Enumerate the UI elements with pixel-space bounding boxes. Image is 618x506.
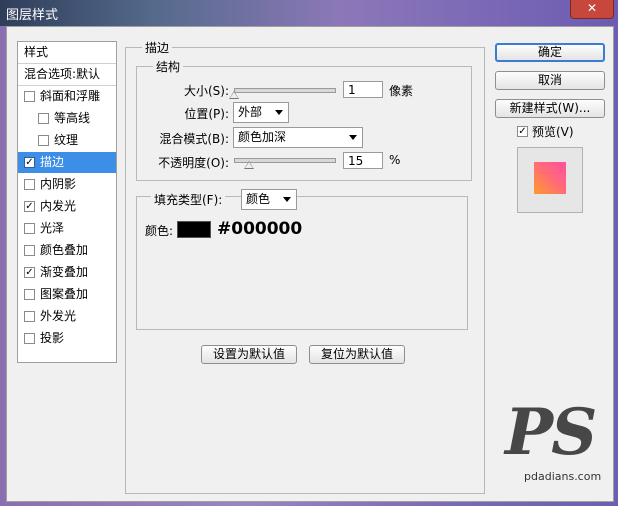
style-item-label: 渐变叠加: [40, 265, 89, 279]
opacity-slider-thumb[interactable]: [244, 161, 254, 169]
chevron-down-icon: [283, 197, 291, 202]
size-slider[interactable]: [234, 88, 336, 93]
size-unit: 像素: [389, 84, 414, 98]
style-item-checkbox[interactable]: ✓: [24, 201, 35, 212]
preview-label: 预览(V): [532, 125, 574, 139]
opacity-label: 不透明度(O):: [158, 156, 229, 170]
close-icon: ✕: [586, 1, 598, 15]
style-item-label: 光泽: [40, 221, 65, 235]
new-style-button[interactable]: 新建样式(W)...: [495, 99, 605, 118]
chevron-down-icon: [349, 135, 357, 140]
style-item[interactable]: 斜面和浮雕: [18, 86, 116, 107]
position-select[interactable]: 外部: [233, 102, 289, 123]
style-item-label: 描边: [40, 155, 65, 169]
stroke-group: 描边 结构 大小(S): 1 像素 位置(P): 外部 混合模式(B): 颜色加…: [125, 39, 485, 494]
opacity-unit: %: [389, 153, 401, 167]
style-list-header[interactable]: 样式: [18, 42, 116, 64]
style-item-checkbox[interactable]: [24, 333, 35, 344]
preview-checkbox[interactable]: ✓: [517, 126, 528, 137]
style-item[interactable]: ✓ 内发光: [18, 196, 116, 217]
preview-swatch: [534, 162, 566, 194]
style-item-checkbox[interactable]: [24, 289, 35, 300]
check-icon: ✓: [25, 157, 34, 168]
check-icon: ✓: [518, 126, 527, 137]
structure-group-title: 结构: [153, 58, 184, 75]
chevron-down-icon: [275, 110, 283, 115]
check-icon: ✓: [25, 201, 34, 212]
style-item-checkbox[interactable]: [24, 311, 35, 322]
title-bar: 图层样式 ✕: [0, 0, 618, 26]
structure-group: 结构 大小(S): 1 像素 位置(P): 外部 混合模式(B): 颜色加深 不…: [136, 58, 472, 181]
style-item-label: 颜色叠加: [40, 243, 89, 257]
style-item-label: 等高线: [54, 111, 91, 125]
watermark-logo: PS: [505, 395, 597, 470]
color-label: 颜色:: [145, 224, 174, 238]
style-item-checkbox[interactable]: ✓: [24, 267, 35, 278]
window-title: 图层样式: [6, 8, 59, 23]
style-item-label: 内阴影: [40, 177, 77, 191]
fill-type-select[interactable]: 颜色: [241, 189, 297, 210]
style-list-header-label: 样式: [24, 45, 49, 59]
style-item[interactable]: 投影: [18, 328, 116, 349]
style-item[interactable]: ✓ 渐变叠加: [18, 262, 116, 283]
blending-options-item[interactable]: 混合选项:默认: [18, 64, 116, 86]
style-item-checkbox[interactable]: [24, 179, 35, 190]
opacity-input[interactable]: 15: [343, 152, 383, 169]
position-label: 位置(P):: [184, 107, 229, 121]
reset-default-button[interactable]: 复位为默认值: [309, 345, 405, 364]
style-item-checkbox[interactable]: [24, 91, 35, 102]
style-item-label: 纹理: [54, 133, 79, 147]
ok-button[interactable]: 确定: [495, 43, 605, 62]
style-item-label: 投影: [40, 331, 65, 345]
style-item[interactable]: 光泽: [18, 218, 116, 239]
fill-group: 填充类型(F): 颜色 颜色: #000000: [136, 189, 468, 330]
style-item-checkbox[interactable]: ✓: [24, 157, 35, 168]
style-item-label: 斜面和浮雕: [40, 89, 101, 103]
size-input[interactable]: 1: [343, 81, 383, 98]
style-item[interactable]: 图案叠加: [18, 284, 116, 305]
style-item[interactable]: 外发光: [18, 306, 116, 327]
style-item[interactable]: 颜色叠加: [18, 240, 116, 261]
preview-thumbnail: [517, 147, 583, 213]
color-hex: #000000: [217, 219, 303, 239]
set-default-button[interactable]: 设置为默认值: [201, 345, 297, 364]
size-slider-thumb[interactable]: [229, 91, 239, 99]
style-item-checkbox[interactable]: [38, 135, 49, 146]
style-item[interactable]: ✓ 描边: [18, 152, 116, 173]
color-swatch[interactable]: [177, 221, 211, 238]
watermark-url: pdadians.com: [524, 470, 602, 483]
blend-mode-select[interactable]: 颜色加深: [233, 127, 363, 148]
size-label: 大小(S):: [183, 84, 229, 98]
style-item-checkbox[interactable]: [24, 245, 35, 256]
fill-type-value: 颜色: [246, 192, 271, 206]
style-item-label: 图案叠加: [40, 287, 89, 301]
blend-mode-label: 混合模式(B):: [159, 132, 229, 146]
fill-type-label: 填充类型(F):: [151, 191, 226, 208]
check-icon: ✓: [25, 267, 34, 278]
blend-mode-value: 颜色加深: [238, 130, 287, 144]
style-item-checkbox[interactable]: [38, 113, 49, 124]
style-list: 样式 混合选项:默认 斜面和浮雕等高线纹理 ✓ 描边内阴影 ✓ 内发光光泽颜色叠加 ✓ 渐变…: [17, 41, 117, 363]
style-item-label: 内发光: [40, 199, 77, 213]
blending-options-label: 混合选项:默认: [24, 67, 101, 81]
style-item[interactable]: 纹理: [18, 130, 116, 151]
close-button[interactable]: ✕: [570, 0, 614, 19]
style-item[interactable]: 等高线: [18, 108, 116, 129]
style-item-label: 外发光: [40, 309, 77, 323]
style-item[interactable]: 内阴影: [18, 174, 116, 195]
style-item-checkbox[interactable]: [24, 223, 35, 234]
position-value: 外部: [238, 105, 263, 119]
stroke-group-title: 描边: [142, 39, 173, 56]
cancel-button[interactable]: 取消: [495, 71, 605, 90]
